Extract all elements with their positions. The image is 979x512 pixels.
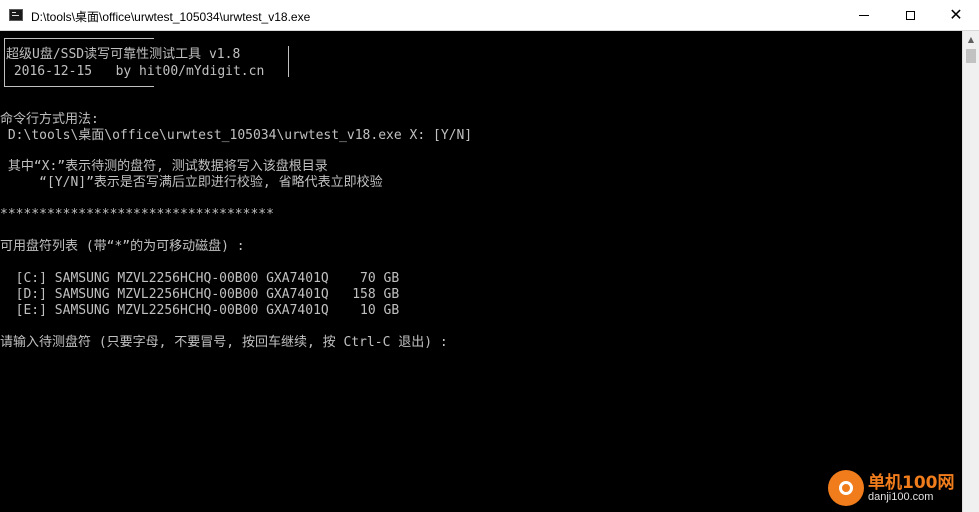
header-frame-right-edge [288,46,289,77]
console-line-usage-command: D:\tools\桌面\office\urwtest_105034\urwtes… [0,128,473,143]
console-output[interactable]: 超级U盘/SSD读写可靠性测试工具 v1.8 2016-12-15 by hit… [0,31,962,512]
console-line-usage-yn: “[Y/N]”表示是否写满后立即进行校验, 省略代表立即校验 [0,175,383,190]
title-bar[interactable]: D:\tools\桌面\office\urwtest_105034\urwtes… [0,0,979,31]
close-button[interactable]: ✕ [933,0,979,30]
console-line-usage-x: 其中“X:”表示待测的盘符, 测试数据将写入该盘根目录 [0,159,328,174]
console-line-drive-d: [D:] SAMSUNG MZVL2256HCHQ-00B00 GXA7401Q… [0,287,400,302]
maximize-icon [905,10,915,20]
close-icon: ✕ [949,5,963,24]
console-line-tool-name: 超级U盘/SSD读写可靠性测试工具 v1.8 [6,47,241,62]
window-title: D:\tools\桌面\office\urwtest_105034\urwtes… [31,10,311,24]
console-line-input-prompt[interactable]: 请输入待测盘符 (只要字母, 不要冒号, 按回车继续, 按 Ctrl-C 退出)… [0,335,448,351]
vertical-scrollbar[interactable]: ▲ [962,31,979,512]
site-watermark: 单机100网 danji100.com [828,466,976,510]
minimize-icon [859,14,869,16]
watermark-logo-icon [828,470,864,506]
scroll-up-arrow-icon[interactable]: ▲ [963,31,979,48]
console-line-drive-e: [E:] SAMSUNG MZVL2256HCHQ-00B00 GXA7401Q… [0,303,400,318]
watermark-site-name: 单机100网 [868,473,955,493]
console-line-drive-c: [C:] SAMSUNG MZVL2256HCHQ-00B00 GXA7401Q… [0,271,400,286]
console-line-usage-heading: 命令行方式用法: [0,112,99,127]
console-line-separator: *********************************** [0,207,274,222]
console-line-version: 2016-12-15 by hit00/mYdigit.cn [6,64,265,79]
maximize-button[interactable] [887,0,933,30]
minimize-button[interactable] [841,0,887,30]
console-line-drive-list-heading: 可用盘符列表 (带“*”的为可移动磁盘) : [0,239,245,254]
console-app-icon[interactable] [9,9,23,21]
watermark-site-url: danji100.com [868,491,934,503]
scrollbar-thumb[interactable] [966,49,976,63]
